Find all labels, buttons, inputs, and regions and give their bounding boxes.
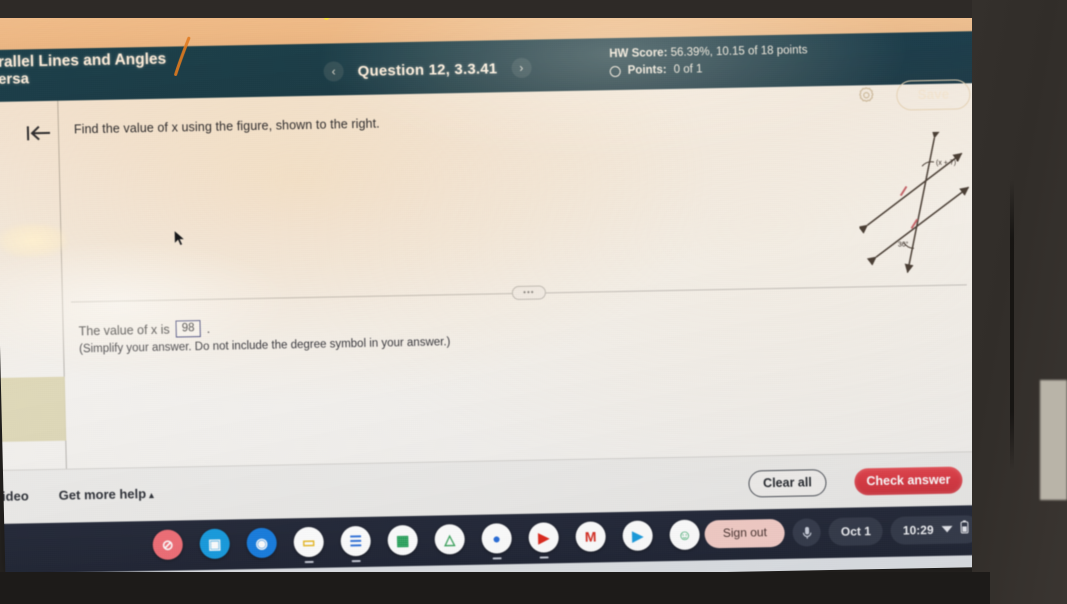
- get-more-help-label: Get more help: [58, 486, 147, 503]
- question-worksheet: Find the value of x using the figure, sh…: [0, 82, 996, 474]
- chrome-icon[interactable]: ●: [481, 523, 513, 560]
- video-link[interactable]: Video: [0, 488, 29, 504]
- app-running-indicator: [492, 557, 502, 560]
- simplify-note: (Simplify your answer. Do not include th…: [78, 336, 451, 356]
- save-button[interactable]: Save: [896, 79, 971, 111]
- check-answer-button[interactable]: Check answer: [854, 466, 963, 496]
- shelf-date: Oct 1: [840, 523, 872, 539]
- google-docs-icon[interactable]: ☰: [340, 525, 372, 563]
- app-running-indicator: [304, 560, 314, 564]
- google-sheets-icon[interactable]: ▦: [387, 524, 419, 556]
- question-navigator: ‹ Question 12, 3.3.41 ›: [323, 57, 532, 82]
- shelf-app-icons: ⊘ ▣ ◉ ▭ ☰ ▦ △ ● ▶ M ▶ ☺: [152, 519, 701, 564]
- get-more-help-button[interactable]: Get more help ▴: [59, 486, 154, 503]
- gear-icon[interactable]: [856, 85, 876, 105]
- hw-score-label: HW Score:: [609, 47, 668, 61]
- answer-suffix: .: [206, 321, 211, 336]
- app-running-indicator: [539, 556, 549, 559]
- system-status-pill[interactable]: 10:29: [890, 515, 981, 545]
- score-block: HW Score: 56.39%, 10.15 of 18 points Poi…: [609, 42, 808, 79]
- clear-all-button[interactable]: Clear all: [748, 469, 827, 498]
- hw-score-value: 56.39%, 10.15 of 18 points: [670, 44, 808, 59]
- answer-input[interactable]: 98: [175, 320, 201, 338]
- help-links: Video Get more help ▴: [0, 486, 154, 504]
- bottom-angle-label: 36°: [898, 240, 909, 248]
- screen-capture-icon[interactable]: ⊘: [152, 529, 184, 561]
- next-question-button[interactable]: ›: [511, 57, 532, 79]
- google-drive-icon[interactable]: △: [434, 524, 466, 555]
- youtube-icon[interactable]: ▶: [528, 522, 560, 559]
- app-running-indicator: [351, 560, 361, 563]
- assignment-title-line1: arallel Lines and Angles: [0, 50, 167, 72]
- collapse-left-icon[interactable]: [25, 123, 53, 144]
- play-store-icon[interactable]: ▶: [622, 520, 654, 551]
- top-angle-label: (x + 7)°: [936, 158, 959, 166]
- screen-bezel-bottom: [0, 572, 990, 604]
- shelf-status-area: Sign out Oct 1 10:29: [704, 515, 981, 549]
- points-row: Points: 0 of 1: [609, 59, 809, 79]
- assignment-title-line2: versa: [0, 70, 30, 89]
- wifi-icon: [940, 516, 954, 543]
- screen-bezel-right: [972, 0, 1067, 604]
- previous-question-button[interactable]: ‹: [323, 61, 344, 82]
- divider-ellipsis[interactable]: •••: [511, 285, 547, 301]
- mouse-pointer-icon: [174, 229, 186, 248]
- classroom-icon[interactable]: ▣: [199, 528, 231, 560]
- question-prompt: Find the value of x using the figure, sh…: [73, 116, 380, 137]
- question-label: Question 12, 3.3.41: [357, 59, 498, 80]
- screen-bezel-top: [0, 0, 1000, 18]
- contacts-icon[interactable]: ☺: [669, 519, 701, 551]
- gmail-icon[interactable]: M: [575, 521, 607, 552]
- parallel-lines-transversal-figure: (x + 7)° 36°: [857, 128, 981, 283]
- camera-icon[interactable]: ◉: [246, 527, 278, 559]
- microphone-icon[interactable]: [792, 518, 822, 547]
- caret-up-icon: ▴: [149, 489, 154, 501]
- battery-icon: [960, 516, 969, 543]
- gmail-classic-icon[interactable]: ▭: [293, 526, 325, 564]
- answer-line: The value of x is 98 .: [78, 320, 210, 340]
- points-label: Points:: [627, 64, 667, 77]
- points-status-icon: [609, 65, 621, 77]
- shelf-time: 10:29: [902, 522, 934, 538]
- laptop-screen-photo: Hunter Perry 10/01/24 10:29 AM ? arallel…: [0, 0, 1067, 604]
- desk-surface: [1040, 380, 1067, 500]
- reflection-patch: [0, 376, 67, 442]
- answer-prefix: The value of x is: [78, 322, 170, 338]
- chromebook-screen: Hunter Perry 10/01/24 10:29 AM ? arallel…: [0, 0, 996, 586]
- sign-out-button[interactable]: Sign out: [704, 518, 786, 549]
- assignment-title: arallel Lines and Angles versa: [0, 51, 167, 88]
- points-value: 0 of 1: [673, 63, 703, 76]
- date-pill[interactable]: Oct 1: [828, 516, 884, 547]
